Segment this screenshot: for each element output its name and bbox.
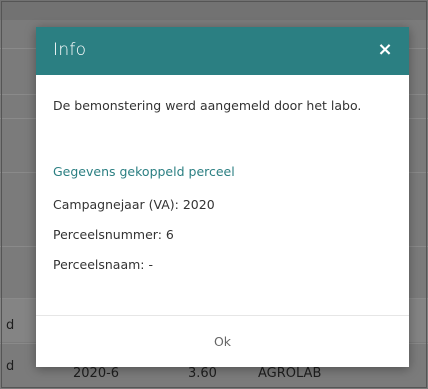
dialog-header: Info × bbox=[36, 27, 409, 75]
dialog-title: Info bbox=[53, 40, 87, 60]
info-dialog: Info × De bemonstering werd aangemeld do… bbox=[36, 27, 409, 367]
close-icon[interactable]: × bbox=[375, 40, 395, 60]
parcel-number-field: Perceelsnummer: 6 bbox=[53, 227, 174, 242]
table-cell: d bbox=[6, 359, 15, 374]
parcel-name-field: Perceelsnaam: - bbox=[53, 257, 153, 272]
table-cell: AGROLAB bbox=[258, 366, 322, 381]
table-cell: 3.60 bbox=[188, 366, 217, 381]
section-title: Gegevens gekoppeld perceel bbox=[53, 164, 235, 179]
campaign-year-field: Campagnejaar (VA): 2020 bbox=[53, 197, 215, 212]
ok-button[interactable]: Ok bbox=[36, 316, 409, 368]
dialog-message: De bemonstering werd aangemeld door het … bbox=[53, 98, 362, 113]
dialog-footer: Ok bbox=[36, 315, 409, 368]
background-header bbox=[0, 0, 428, 20]
table-cell: d bbox=[6, 318, 15, 333]
table-cell: 2020-6 bbox=[73, 366, 120, 381]
